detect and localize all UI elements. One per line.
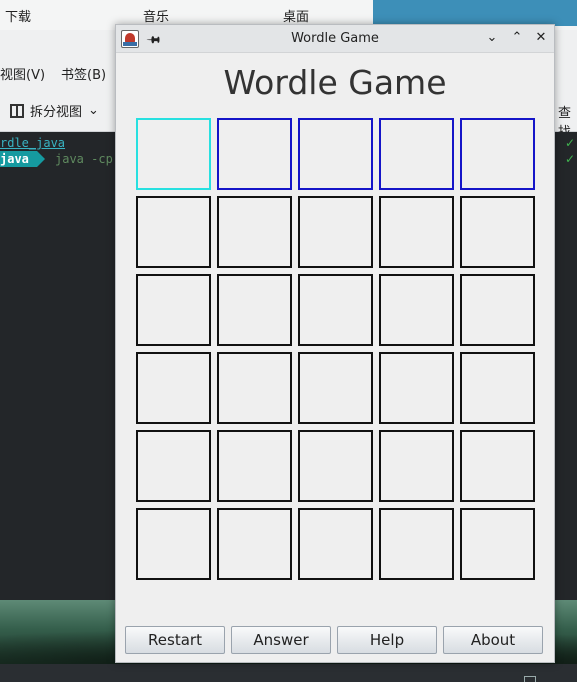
- letter-cell[interactable]: [460, 274, 535, 346]
- letter-cell[interactable]: [136, 118, 211, 190]
- split-view-button[interactable]: 拆分视图 ⌄: [10, 101, 99, 120]
- background-window-strip: [373, 0, 577, 26]
- letter-cell[interactable]: [136, 196, 211, 268]
- letter-cell[interactable]: [379, 118, 454, 190]
- letter-cell[interactable]: [298, 118, 373, 190]
- letter-cell[interactable]: [460, 430, 535, 502]
- chevron-down-icon: ⌄: [88, 103, 99, 118]
- letter-cell[interactable]: [217, 430, 292, 502]
- letter-cell[interactable]: [217, 274, 292, 346]
- letter-cell[interactable]: [379, 196, 454, 268]
- taskbar: [0, 664, 577, 682]
- letter-cell[interactable]: [379, 274, 454, 346]
- letter-cell[interactable]: [217, 508, 292, 580]
- terminal-prompt: java: [0, 151, 45, 167]
- window-titlebar[interactable]: 🖈 Wordle Game ⌄ ⌃ ✕: [116, 25, 554, 53]
- letter-cell[interactable]: [217, 352, 292, 424]
- button-row: Restart Answer Help About: [125, 626, 543, 654]
- close-button[interactable]: ✕: [531, 28, 551, 48]
- letter-cell[interactable]: [136, 508, 211, 580]
- letter-cell[interactable]: [298, 430, 373, 502]
- letter-cell[interactable]: [460, 352, 535, 424]
- letter-cell[interactable]: [460, 118, 535, 190]
- about-button[interactable]: About: [443, 626, 543, 654]
- split-view-icon: [10, 103, 24, 118]
- check-icon: ✓: [565, 152, 576, 166]
- background-tab-desktop[interactable]: 桌面: [283, 6, 309, 25]
- answer-button[interactable]: Answer: [231, 626, 331, 654]
- letter-cell[interactable]: [136, 352, 211, 424]
- maximize-button[interactable]: ⌃: [507, 28, 527, 48]
- check-icon: ✓: [565, 136, 576, 150]
- letter-cell[interactable]: [379, 352, 454, 424]
- letter-cell[interactable]: [298, 352, 373, 424]
- letter-cell[interactable]: [298, 196, 373, 268]
- wordle-window: 🖈 Wordle Game ⌄ ⌃ ✕ Wordle Game Restart …: [115, 24, 555, 663]
- letter-cell[interactable]: [379, 430, 454, 502]
- terminal-path: rdle_java: [0, 136, 66, 150]
- background-tab-downloads[interactable]: 下载: [5, 6, 31, 25]
- terminal-command: java -cp: [55, 152, 113, 166]
- letter-grid: [136, 118, 535, 580]
- letter-cell[interactable]: [217, 196, 292, 268]
- help-button[interactable]: Help: [337, 626, 437, 654]
- letter-cell[interactable]: [136, 430, 211, 502]
- split-view-label: 拆分视图: [30, 105, 83, 120]
- background-menu-bookmarks[interactable]: 书签(B): [61, 64, 106, 83]
- taskbar-tray-icon[interactable]: [524, 676, 536, 682]
- background-tab-music[interactable]: 音乐: [143, 6, 169, 25]
- background-menu-view[interactable]: 视图(V): [0, 64, 45, 83]
- letter-cell[interactable]: [217, 118, 292, 190]
- letter-cell[interactable]: [379, 508, 454, 580]
- letter-cell[interactable]: [460, 196, 535, 268]
- game-heading: Wordle Game: [223, 63, 447, 102]
- letter-cell[interactable]: [298, 508, 373, 580]
- letter-cell[interactable]: [460, 508, 535, 580]
- letter-cell[interactable]: [136, 274, 211, 346]
- restart-button[interactable]: Restart: [125, 626, 225, 654]
- minimize-button[interactable]: ⌄: [482, 28, 502, 48]
- letter-cell[interactable]: [298, 274, 373, 346]
